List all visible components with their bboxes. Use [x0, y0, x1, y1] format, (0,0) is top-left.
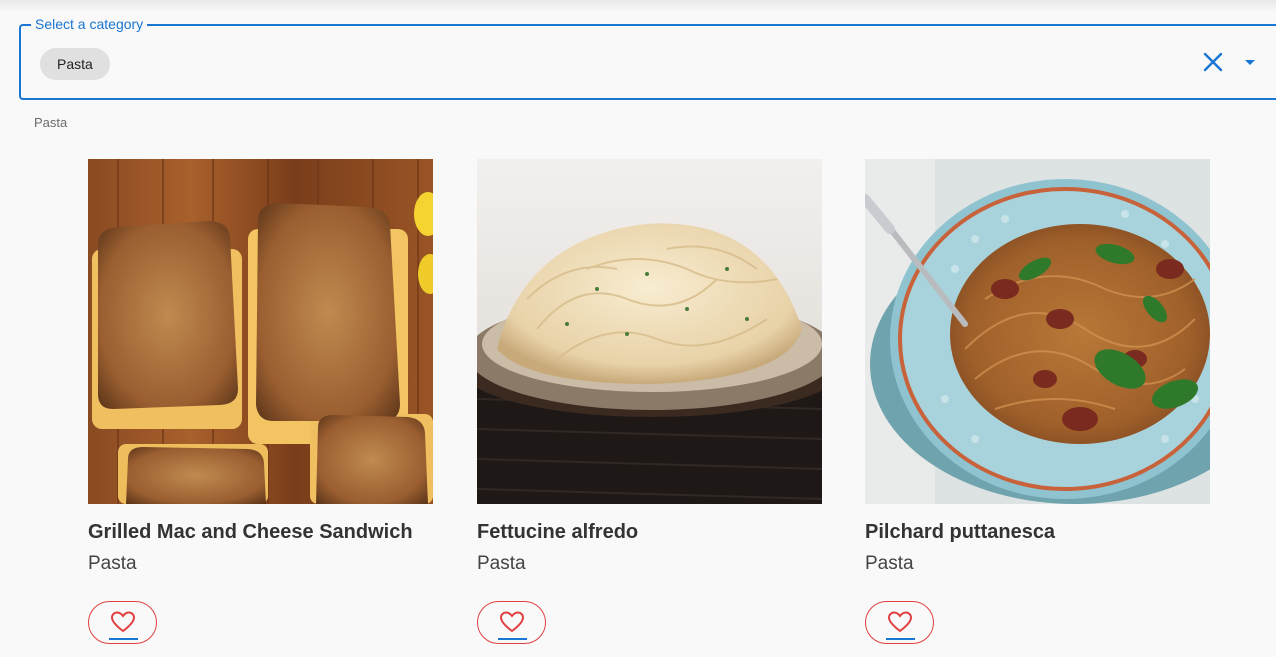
select-label: Select a category — [31, 15, 148, 33]
recipe-card[interactable]: Pilchard puttanesca Pasta — [865, 159, 1225, 644]
heart-icon — [887, 611, 913, 633]
recipe-title: Fettucine alfredo — [477, 521, 639, 543]
grilled-sandwich-photo[interactable] — [88, 159, 433, 504]
fettucine-photo[interactable] — [477, 159, 822, 504]
recipe-card[interactable]: Grilled Mac and Cheese Sandwich Pasta — [88, 159, 448, 644]
recipe-category: Pasta — [865, 553, 914, 574]
recipe-card[interactable]: Fettucine alfredo Pasta — [477, 159, 837, 644]
close-icon[interactable] — [1201, 50, 1225, 74]
top-shadow — [0, 0, 1276, 12]
recipe-category: Pasta — [477, 553, 526, 574]
recipe-title: Pilchard puttanesca — [865, 521, 1056, 543]
favorite-underline — [109, 638, 138, 640]
arrow-drop-down-icon[interactable] — [1239, 51, 1261, 73]
category-select[interactable]: Select a category Pasta — [19, 15, 1276, 100]
heart-icon — [110, 611, 136, 633]
recipe-category: Pasta — [88, 553, 137, 574]
recipe-title: Grilled Mac and Cheese Sandwich — [88, 521, 413, 543]
favorite-underline — [886, 638, 915, 640]
heart-icon — [499, 611, 525, 633]
helper-text: Pasta — [34, 115, 68, 130]
selected-chip[interactable]: Pasta — [40, 48, 110, 80]
favorite-button[interactable] — [865, 601, 934, 644]
favorite-button[interactable] — [477, 601, 546, 644]
favorite-button[interactable] — [88, 601, 157, 644]
favorite-underline — [498, 638, 527, 640]
puttanesca-photo[interactable] — [865, 159, 1210, 504]
